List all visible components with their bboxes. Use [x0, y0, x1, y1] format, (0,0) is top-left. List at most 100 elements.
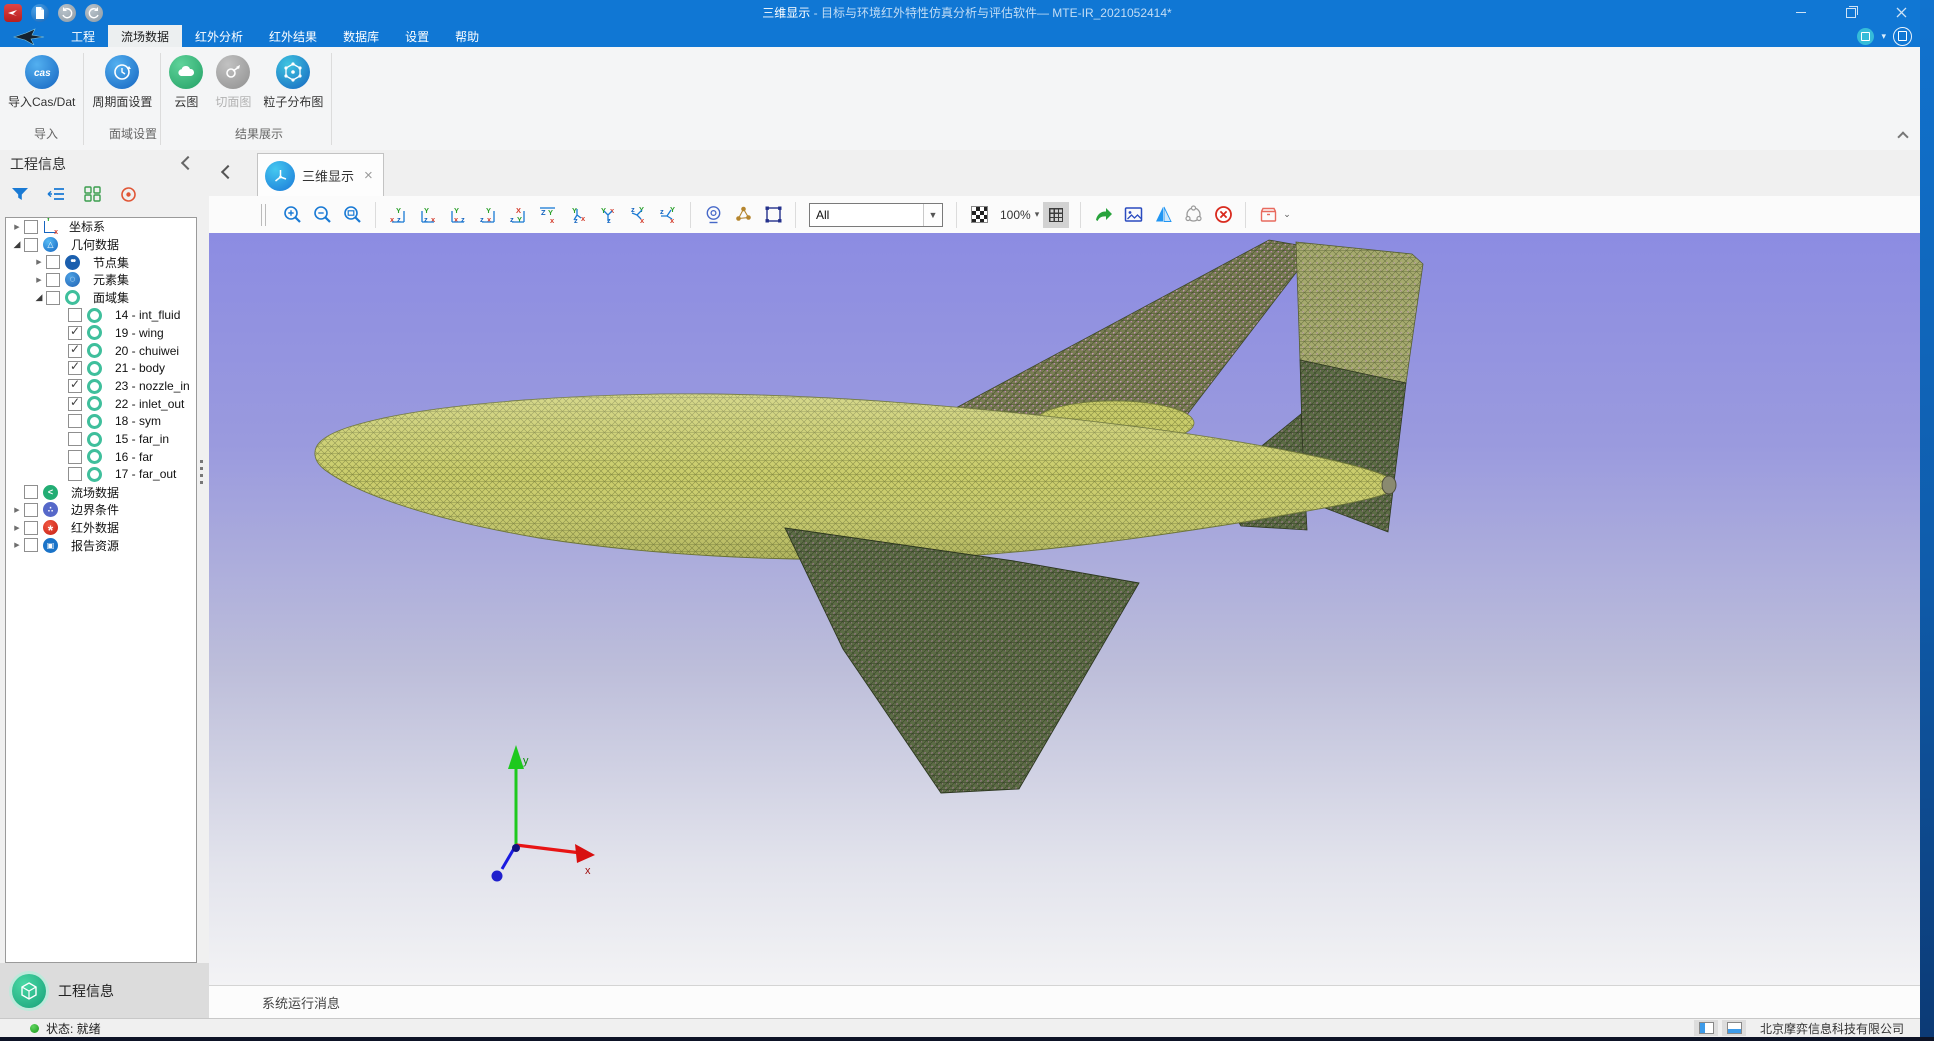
quick-save-button[interactable]: [4, 4, 22, 22]
tree-expander-icon[interactable]: [55, 415, 67, 427]
tree-expander-icon[interactable]: [33, 292, 45, 304]
grid-toggle-button[interactable]: [1043, 202, 1069, 228]
menu-item-ir-results[interactable]: 红外结果: [256, 25, 330, 47]
view-iso-3-icon[interactable]: zYx: [625, 202, 651, 228]
view-left-icon[interactable]: Yxz: [445, 202, 471, 228]
zoom-level-value[interactable]: 100%: [1000, 208, 1031, 222]
view-iso-1-icon[interactable]: Yxz: [565, 202, 591, 228]
export-arrow-icon[interactable]: [1090, 202, 1116, 228]
visibility-checkbox[interactable]: [68, 344, 82, 358]
zoom-fit-icon[interactable]: [340, 202, 366, 228]
menu-item-help[interactable]: 帮助: [442, 25, 492, 47]
tree-expander-icon[interactable]: [11, 522, 23, 534]
tree-row[interactable]: 18 - sym: [6, 413, 196, 431]
help-manual-button[interactable]: [1893, 27, 1912, 46]
tree-row[interactable]: 20 - chuiwei: [6, 342, 196, 360]
tab-scroll-left-icon[interactable]: [221, 165, 235, 179]
aircraft-model-canvas[interactable]: y x: [209, 233, 1920, 985]
collapse-list-icon[interactable]: [44, 182, 68, 206]
redo-button[interactable]: [85, 4, 103, 22]
particles-icon[interactable]: [730, 202, 756, 228]
visibility-checkbox[interactable]: [68, 308, 82, 322]
view-right-icon[interactable]: Yzx: [475, 202, 501, 228]
tree-expander-icon[interactable]: [33, 274, 45, 286]
grid-view-icon[interactable]: [80, 182, 104, 206]
toolbar-grip-handle[interactable]: [261, 204, 266, 226]
message-bar[interactable]: 系统运行消息: [209, 985, 1920, 1019]
visibility-checkbox[interactable]: [24, 238, 38, 252]
tree-row[interactable]: 14 - int_fluid: [6, 306, 196, 324]
tree-row[interactable]: 21 - body: [6, 360, 196, 378]
tree-row[interactable]: 节点集: [6, 253, 196, 271]
tree-row[interactable]: 红外数据: [6, 519, 196, 537]
visibility-checkbox[interactable]: [24, 503, 38, 517]
visibility-checkbox[interactable]: [68, 450, 82, 464]
visibility-checkbox[interactable]: [24, 220, 38, 234]
view-iso-2-icon[interactable]: Yxz: [595, 202, 621, 228]
select-region-icon[interactable]: [760, 202, 786, 228]
ribbon-button-import-cas[interactable]: cas 导入Cas/Dat: [2, 53, 81, 112]
ribbon-button-periodic-surface[interactable]: 周期面设置: [86, 53, 158, 112]
tree-row[interactable]: 元素集: [6, 271, 196, 289]
panel-splitter[interactable]: [200, 460, 203, 486]
visibility-checkbox[interactable]: [68, 326, 82, 340]
tree-row[interactable]: 15 - far_in: [6, 430, 196, 448]
visibility-checkbox[interactable]: [68, 361, 82, 375]
mirror-icon[interactable]: [1150, 202, 1176, 228]
tree-row[interactable]: 报告资源: [6, 536, 196, 554]
visibility-checkbox[interactable]: [24, 538, 38, 552]
visibility-checkbox[interactable]: [68, 397, 82, 411]
tree-expander-icon[interactable]: [55, 433, 67, 445]
tree-expander-icon[interactable]: [55, 398, 67, 410]
tree-expander-icon[interactable]: [55, 327, 67, 339]
tree-row[interactable]: 23 - nozzle_in: [6, 377, 196, 395]
viewport-3d[interactable]: y x: [209, 233, 1920, 985]
view-bottom-icon[interactable]: ZYx: [535, 202, 561, 228]
visibility-checkbox[interactable]: [46, 291, 60, 305]
ribbon-button-particle-distribution[interactable]: 粒子分布图: [257, 53, 329, 112]
view-front-icon[interactable]: Yxz: [385, 202, 411, 228]
display-filter-combobox[interactable]: All ▼: [809, 203, 943, 227]
menu-item-settings[interactable]: 设置: [392, 25, 442, 47]
tree-row[interactable]: 几何数据: [6, 236, 196, 254]
tree-row[interactable]: 面域集: [6, 289, 196, 307]
filter-icon[interactable]: [8, 182, 32, 206]
tree-expander-icon[interactable]: [55, 468, 67, 480]
tree-row[interactable]: 边界条件: [6, 501, 196, 519]
dock-footer-tab[interactable]: 工程信息: [0, 963, 209, 1018]
layout-left-panel-button[interactable]: [1694, 1020, 1718, 1036]
tree-expander-icon[interactable]: [55, 451, 67, 463]
visibility-checkbox[interactable]: [68, 379, 82, 393]
menu-item-engineering[interactable]: 工程: [58, 25, 108, 47]
style-switch-button[interactable]: [1857, 28, 1874, 45]
restore-button[interactable]: [1840, 3, 1862, 23]
snapshot-icon[interactable]: [1120, 202, 1146, 228]
tree-expander-icon[interactable]: [55, 380, 67, 392]
tree-expander-icon[interactable]: [11, 221, 23, 233]
minimize-button[interactable]: [1790, 3, 1812, 23]
tree-expander-icon[interactable]: [11, 504, 23, 516]
view-top-icon[interactable]: XzY: [505, 202, 531, 228]
tree-expander-icon[interactable]: [11, 486, 23, 498]
menu-item-ir-analysis[interactable]: 红外分析: [182, 25, 256, 47]
tree-row[interactable]: 坐标系: [6, 218, 196, 236]
chevron-down-icon[interactable]: ▾: [1881, 31, 1886, 42]
visibility-checkbox[interactable]: [68, 432, 82, 446]
probe-icon[interactable]: [700, 202, 726, 228]
tab-close-icon[interactable]: ×: [364, 168, 373, 183]
zoom-out-icon[interactable]: [310, 202, 336, 228]
visibility-checkbox[interactable]: [24, 485, 38, 499]
target-icon[interactable]: [116, 182, 140, 206]
tree-expander-icon[interactable]: [55, 309, 67, 321]
view-iso-4-icon[interactable]: zYx: [655, 202, 681, 228]
ribbon-collapse-button[interactable]: [1899, 133, 1908, 142]
visibility-checkbox[interactable]: [68, 467, 82, 481]
tree-expander-icon[interactable]: [11, 239, 23, 251]
tree-row[interactable]: 22 - inlet_out: [6, 395, 196, 413]
tree-expander-icon[interactable]: [55, 362, 67, 374]
visibility-checkbox[interactable]: [24, 521, 38, 535]
new-document-button[interactable]: [31, 4, 49, 22]
menu-item-flowfield-data[interactable]: 流场数据: [108, 25, 182, 47]
menu-item-database[interactable]: 数据库: [330, 25, 392, 47]
visibility-checkbox[interactable]: [68, 414, 82, 428]
